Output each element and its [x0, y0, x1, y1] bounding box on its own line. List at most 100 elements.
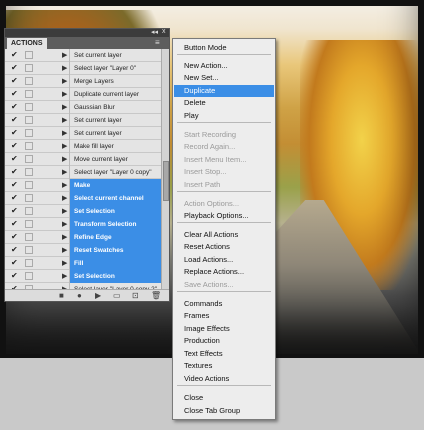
toggle-dialog-box[interactable] — [25, 246, 33, 254]
expand-triangle-icon[interactable]: ▶ — [62, 64, 67, 72]
expand-triangle-icon[interactable]: ▶ — [62, 168, 67, 176]
toggle-item-checkmark-icon[interactable]: ✔ — [11, 142, 19, 150]
toggle-dialog-box[interactable] — [25, 90, 33, 98]
expand-triangle-icon[interactable]: ▶ — [62, 194, 67, 202]
toggle-item-checkmark-icon[interactable]: ✔ — [11, 259, 19, 267]
menu-item-production[interactable]: Production — [174, 335, 274, 347]
menu-item-text-effects[interactable]: Text Effects — [174, 348, 274, 360]
record-icon[interactable]: ● — [77, 291, 82, 300]
expand-triangle-icon[interactable]: ▶ — [62, 207, 67, 215]
toggle-dialog-box[interactable] — [25, 272, 33, 280]
expand-triangle-icon[interactable]: ▶ — [62, 220, 67, 228]
menu-item-button-mode[interactable]: Button Mode — [174, 42, 274, 54]
menu-item-duplicate[interactable]: Duplicate — [174, 85, 274, 97]
action-row[interactable]: ✔ ▶ Select current channel — [5, 192, 161, 205]
toggle-item-checkmark-icon[interactable]: ✔ — [11, 246, 19, 254]
expand-triangle-icon[interactable]: ▶ — [62, 272, 67, 280]
menu-item-textures[interactable]: Textures — [174, 360, 274, 372]
expand-triangle-icon[interactable]: ▶ — [62, 77, 67, 85]
action-row[interactable]: ✔ ▶ Duplicate current layer — [5, 88, 161, 101]
toggle-item-checkmark-icon[interactable]: ✔ — [11, 116, 19, 124]
menu-item-new-set[interactable]: New Set... — [174, 72, 274, 84]
menu-item-close[interactable]: Close — [174, 392, 274, 404]
scrollbar-thumb[interactable] — [163, 161, 169, 201]
expand-triangle-icon[interactable]: ▶ — [62, 259, 67, 267]
toggle-dialog-box[interactable] — [25, 116, 33, 124]
stop-icon[interactable]: ■ — [59, 291, 64, 300]
toggle-item-checkmark-icon[interactable]: ✔ — [11, 77, 19, 85]
menu-item-play[interactable]: Play — [174, 110, 274, 122]
expand-triangle-icon[interactable]: ▶ — [62, 103, 67, 111]
action-row[interactable]: ✔ ▶ Merge Layers — [5, 75, 161, 88]
toggle-item-checkmark-icon[interactable]: ✔ — [11, 64, 19, 72]
toggle-dialog-box[interactable] — [25, 51, 33, 59]
toggle-dialog-box[interactable] — [25, 207, 33, 215]
action-row[interactable]: ✔ ▶ Set current layer — [5, 114, 161, 127]
toggle-dialog-box[interactable] — [25, 233, 33, 241]
menu-item-playback-options[interactable]: Playback Options... — [174, 210, 274, 222]
expand-triangle-icon[interactable]: ▶ — [62, 51, 67, 59]
toggle-item-checkmark-icon[interactable]: ✔ — [11, 90, 19, 98]
action-row[interactable]: ✔ ▶ Set Selection — [5, 205, 161, 218]
action-row[interactable]: ✔ ▶ Set Selection — [5, 270, 161, 283]
toggle-dialog-box[interactable] — [25, 181, 33, 189]
action-row[interactable]: ✔ ▶ Gaussian Blur — [5, 101, 161, 114]
menu-item-video-actions[interactable]: Video Actions — [174, 373, 274, 385]
action-row[interactable]: ✔ ▶ Move current layer — [5, 153, 161, 166]
toggle-dialog-box[interactable] — [25, 220, 33, 228]
expand-triangle-icon[interactable]: ▶ — [62, 155, 67, 163]
expand-triangle-icon[interactable]: ▶ — [62, 90, 67, 98]
menu-item-replace-actions[interactable]: Replace Actions... — [174, 266, 274, 278]
scrollbar[interactable] — [161, 49, 169, 289]
toggle-item-checkmark-icon[interactable]: ✔ — [11, 272, 19, 280]
toggle-item-checkmark-icon[interactable]: ✔ — [11, 168, 19, 176]
toggle-dialog-box[interactable] — [25, 103, 33, 111]
action-row[interactable]: ✔ ▶ Refine Edge — [5, 231, 161, 244]
toggle-dialog-box[interactable] — [25, 194, 33, 202]
toggle-dialog-box[interactable] — [25, 168, 33, 176]
toggle-dialog-box[interactable] — [25, 129, 33, 137]
menu-item-frames[interactable]: Frames — [174, 310, 274, 322]
toggle-item-checkmark-icon[interactable]: ✔ — [11, 194, 19, 202]
expand-triangle-icon[interactable]: ▶ — [62, 233, 67, 241]
toggle-item-checkmark-icon[interactable]: ✔ — [11, 220, 19, 228]
action-row[interactable]: ✔ ▶ Make fill layer — [5, 140, 161, 153]
menu-item-clear-all-actions[interactable]: Clear All Actions — [174, 229, 274, 241]
toggle-item-checkmark-icon[interactable]: ✔ — [11, 129, 19, 137]
menu-item-delete[interactable]: Delete — [174, 97, 274, 109]
menu-item-load-actions[interactable]: Load Actions... — [174, 254, 274, 266]
toggle-dialog-box[interactable] — [25, 142, 33, 150]
action-row[interactable]: ✔ ▶ Fill — [5, 257, 161, 270]
toggle-dialog-box[interactable] — [25, 77, 33, 85]
play-icon[interactable]: ▶ — [95, 291, 101, 300]
toggle-item-checkmark-icon[interactable]: ✔ — [11, 207, 19, 215]
action-row[interactable]: ✔ ▶ Set current layer — [5, 127, 161, 140]
menu-item-new-action[interactable]: New Action... — [174, 60, 274, 72]
action-row[interactable]: ✔ ▶ Select layer "Layer 0 copy" — [5, 166, 161, 179]
action-row[interactable]: ✔ ▶ Make — [5, 179, 161, 192]
action-row[interactable]: ✔ ▶ Reset Swatches — [5, 244, 161, 257]
expand-triangle-icon[interactable]: ▶ — [62, 129, 67, 137]
tab-actions[interactable]: ACTIONS — [7, 38, 47, 49]
toggle-item-checkmark-icon[interactable]: ✔ — [11, 233, 19, 241]
toggle-dialog-box[interactable] — [25, 64, 33, 72]
new-action-icon[interactable]: ⊡ — [132, 291, 139, 300]
action-row[interactable]: ✔ ▶ Set current layer — [5, 49, 161, 62]
toggle-item-checkmark-icon[interactable]: ✔ — [11, 181, 19, 189]
expand-triangle-icon[interactable]: ▶ — [62, 116, 67, 124]
folder-icon[interactable]: ▭ — [113, 291, 121, 300]
toggle-dialog-box[interactable] — [25, 259, 33, 267]
menu-item-commands[interactable]: Commands — [174, 298, 274, 310]
action-row[interactable]: ✔ ▶ Select layer "Layer 0" — [5, 62, 161, 75]
toggle-item-checkmark-icon[interactable]: ✔ — [11, 51, 19, 59]
expand-triangle-icon[interactable]: ▶ — [62, 246, 67, 254]
toggle-dialog-box[interactable] — [25, 155, 33, 163]
expand-triangle-icon[interactable]: ▶ — [62, 181, 67, 189]
menu-item-image-effects[interactable]: Image Effects — [174, 323, 274, 335]
toggle-item-checkmark-icon[interactable]: ✔ — [11, 103, 19, 111]
close-panel-icon[interactable]: x — [162, 28, 166, 35]
trash-icon[interactable]: 🗑 — [151, 291, 161, 300]
action-row[interactable]: ✔ ▶ Transform Selection — [5, 218, 161, 231]
toggle-item-checkmark-icon[interactable]: ✔ — [11, 155, 19, 163]
expand-triangle-icon[interactable]: ▶ — [62, 142, 67, 150]
